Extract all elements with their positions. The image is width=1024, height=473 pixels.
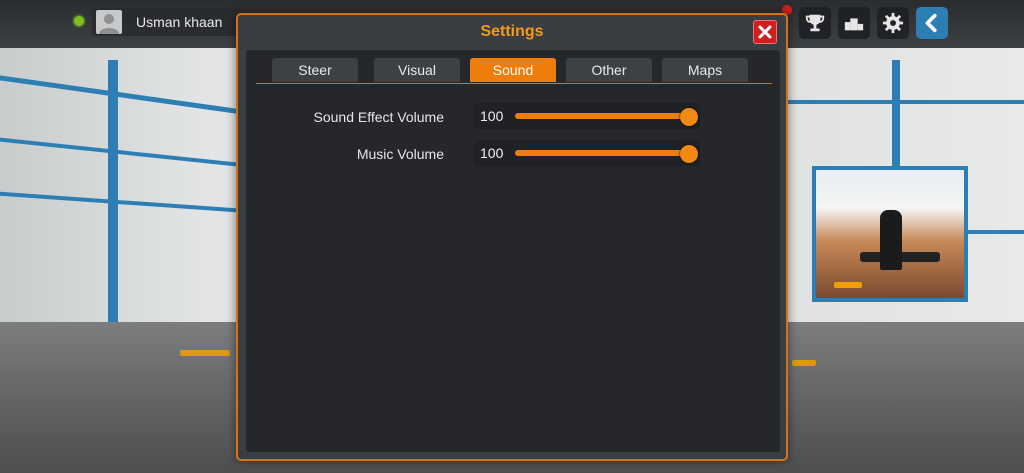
settings-tabs: Steer Visual Sound Other Maps (272, 58, 768, 82)
slider-fill (515, 113, 689, 119)
sound-effect-volume-value: 100 (480, 108, 504, 124)
sound-effect-volume-label: Sound Effect Volume (313, 109, 445, 125)
tab-divider (256, 83, 772, 84)
steel-beam (788, 100, 1024, 104)
dialog-title: Settings (480, 23, 544, 40)
trophy-icon (805, 14, 825, 32)
floor-stripe (792, 360, 816, 366)
online-status-indicator (74, 16, 84, 26)
music-volume-label: Music Volume (356, 146, 444, 162)
avatar (96, 10, 122, 34)
poster-button (834, 282, 862, 288)
settings-dialog: Settings Steer Visual Sound Other Maps S… (236, 13, 788, 461)
back-arrow-icon (925, 13, 937, 33)
slider-handle[interactable] (680, 145, 698, 163)
settings-button[interactable] (877, 7, 909, 39)
slider-handle[interactable] (680, 108, 698, 126)
slider-fill (515, 150, 689, 156)
slider-track[interactable] (515, 145, 698, 163)
tab-steer[interactable]: Steer (272, 58, 358, 82)
floor-stripe (180, 350, 230, 356)
back-button[interactable] (916, 7, 948, 39)
music-volume-value: 100 (480, 145, 504, 161)
tab-other[interactable]: Other (566, 58, 652, 82)
sound-effect-volume-slider[interactable]: 100 (474, 103, 700, 129)
close-button[interactable] (753, 20, 777, 44)
sound-effect-volume-setting: Sound Effect Volume 100 (246, 103, 780, 131)
close-icon (758, 25, 772, 39)
leaderboard-button[interactable] (838, 7, 870, 39)
player-name: Usman khaan (136, 14, 223, 30)
trophy-button[interactable] (799, 7, 831, 39)
user-icon (99, 14, 119, 34)
player-profile[interactable]: Usman khaan (92, 8, 242, 36)
gear-icon (882, 12, 904, 34)
steel-beam (968, 230, 1024, 234)
steel-beam (892, 60, 900, 170)
wall-poster (812, 166, 968, 302)
podium-icon (844, 18, 864, 31)
settings-panel: Steer Visual Sound Other Maps Sound Effe… (246, 50, 780, 452)
tab-visual[interactable]: Visual (374, 58, 460, 82)
poster-figure (880, 210, 902, 270)
tab-maps[interactable]: Maps (662, 58, 748, 82)
music-volume-setting: Music Volume 100 (246, 140, 780, 168)
music-volume-slider[interactable]: 100 (474, 140, 700, 166)
tab-sound[interactable]: Sound (470, 58, 556, 82)
slider-track[interactable] (515, 108, 698, 126)
steel-beam (108, 60, 118, 322)
